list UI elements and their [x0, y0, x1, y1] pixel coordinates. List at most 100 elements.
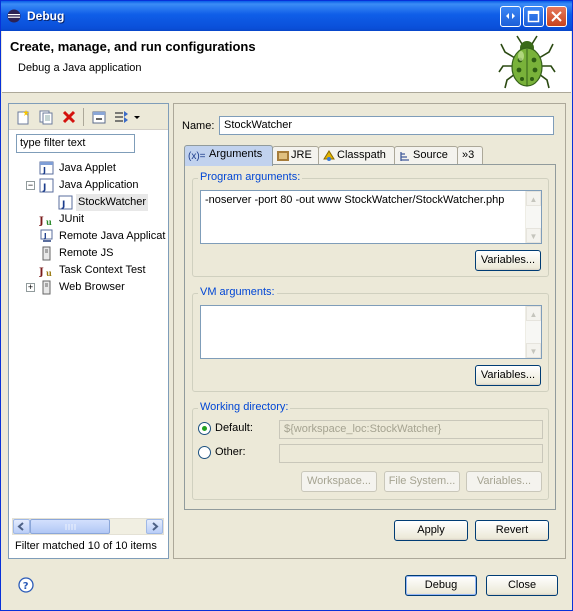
name-field[interactable]: StockWatcher: [219, 116, 554, 135]
apply-button[interactable]: Apply: [394, 520, 468, 541]
directory-variables-button[interactable]: Variables...: [466, 471, 542, 492]
other-directory-field: [279, 444, 543, 463]
web-browser-icon: [42, 280, 51, 295]
jre-icon: [277, 151, 289, 161]
svg-text:J: J: [39, 267, 44, 278]
duplicate-icon[interactable]: [38, 109, 54, 125]
vm-arguments-title: VM arguments:: [198, 286, 277, 298]
svg-text:u: u: [46, 268, 52, 278]
delete-icon[interactable]: [61, 109, 77, 125]
workspace-button[interactable]: Workspace...: [301, 471, 377, 492]
program-arguments-scrollbar[interactable]: ▲ ▼: [525, 191, 541, 243]
tab-arguments[interactable]: (x)= Arguments: [184, 145, 273, 166]
vm-arguments-group: VM arguments: ▲ ▼ Variables...: [192, 286, 549, 392]
tree-item-web-browser[interactable]: + Web Browser: [9, 279, 168, 296]
vm-arguments-scrollbar[interactable]: ▲ ▼: [525, 306, 541, 358]
scroll-down-icon[interactable]: ▼: [526, 343, 541, 358]
tab-classpath[interactable]: Classpath: [318, 146, 395, 165]
tree-item-java-application[interactable]: − J Java Application: [9, 177, 168, 194]
header-title: Create, manage, and run configurations: [10, 39, 256, 54]
tab-label: Classpath: [337, 149, 386, 161]
grip-icon: [65, 524, 76, 530]
tree-item-label: Remote JS: [59, 247, 114, 259]
tab-label: JRE: [291, 149, 312, 161]
horizontal-scrollbar[interactable]: [12, 518, 164, 535]
svg-text:J: J: [39, 216, 44, 227]
maximize-icon: [527, 10, 540, 23]
configuration-tree-pane: type filter text J Java Applet − J Java …: [8, 103, 169, 559]
scroll-thumb[interactable]: [30, 519, 110, 534]
svg-text:u: u: [46, 217, 52, 227]
restore-button[interactable]: [500, 6, 521, 27]
scroll-left-button[interactable]: [13, 519, 30, 534]
toolbar-separator: [83, 108, 84, 126]
tree-item-label: Java Applet: [59, 162, 116, 174]
default-radio[interactable]: [198, 422, 211, 435]
tree-item-task-context[interactable]: J u Task Context Test: [9, 262, 168, 279]
tab-label: Arguments: [209, 148, 263, 160]
left-toolbar: [9, 104, 168, 130]
revert-button[interactable]: Revert: [475, 520, 549, 541]
svg-text:J: J: [42, 183, 46, 193]
other-radio[interactable]: [198, 446, 211, 459]
help-icon[interactable]: ?: [18, 577, 34, 593]
scroll-down-icon[interactable]: ▼: [526, 228, 541, 243]
scroll-up-icon[interactable]: ▲: [526, 306, 541, 321]
tab-overflow[interactable]: »3: [457, 146, 483, 165]
chevron-left-icon: [17, 522, 24, 531]
program-variables-button[interactable]: Variables...: [475, 250, 541, 271]
scroll-right-button[interactable]: [146, 519, 163, 534]
tree-item-label: Task Context Test: [59, 264, 146, 276]
svg-text:J: J: [42, 166, 46, 175]
name-label: Name:: [182, 120, 215, 132]
collapse-all-icon[interactable]: [91, 109, 107, 125]
junit-icon: J u: [39, 216, 52, 227]
tree-item-label: JUnit: [59, 213, 85, 225]
maximize-button[interactable]: [523, 6, 544, 27]
dialog-header: Create, manage, and run configurations D…: [2, 31, 571, 93]
tree-item-junit[interactable]: J u JUnit: [9, 211, 168, 228]
vm-arguments-field[interactable]: ▲ ▼: [200, 305, 542, 359]
scroll-up-icon[interactable]: ▲: [526, 191, 541, 206]
configuration-editor: Name: StockWatcher (x)= Arguments JRE Cl…: [173, 103, 566, 559]
task-context-icon: J u: [39, 267, 52, 278]
tree-item-remote-js[interactable]: Remote JS: [9, 245, 168, 262]
close-icon: [551, 11, 562, 22]
expand-toggle[interactable]: +: [26, 283, 35, 292]
program-arguments-title: Program arguments:: [198, 171, 303, 183]
program-arguments-field[interactable]: -noserver -port 80 -out www StockWatcher…: [200, 190, 542, 244]
vm-variables-button[interactable]: Variables...: [475, 365, 541, 386]
remote-java-icon: J: [40, 229, 53, 242]
tree-item-remote-java[interactable]: J Remote Java Applicat: [9, 228, 168, 245]
other-label: Other:: [215, 446, 246, 458]
tab-overflow-label: »3: [462, 149, 475, 161]
filter-icon[interactable]: [113, 109, 129, 125]
classpath-icon: [323, 150, 335, 161]
working-directory-title: Working directory:: [198, 401, 291, 413]
default-label: Default:: [215, 422, 253, 434]
tab-jre[interactable]: JRE: [272, 146, 319, 165]
tab-label: Source: [413, 149, 448, 161]
svg-text:J: J: [61, 200, 65, 210]
filter-status: Filter matched 10 of 10 items: [15, 540, 157, 552]
tab-bar: (x)= Arguments JRE Classpath Source »3: [184, 145, 556, 166]
chevron-down-icon[interactable]: [133, 109, 141, 125]
restore-icon: [506, 13, 515, 19]
new-configuration-icon[interactable]: [15, 109, 31, 125]
source-icon: [400, 152, 409, 161]
tab-source[interactable]: Source: [394, 146, 458, 165]
filter-input[interactable]: type filter text: [16, 134, 135, 153]
collapse-toggle[interactable]: −: [26, 181, 35, 190]
arguments-icon: (x)=: [188, 151, 206, 162]
tree-item-stockwatcher[interactable]: J StockWatcher: [9, 194, 168, 211]
tree-item-java-applet[interactable]: J Java Applet: [9, 160, 168, 177]
java-application-icon: J: [39, 178, 54, 193]
svg-text:J: J: [43, 232, 47, 240]
close-button[interactable]: Close: [486, 575, 558, 596]
close-window-button[interactable]: [546, 6, 567, 27]
program-arguments-value: -noserver -port 80 -out www StockWatcher…: [205, 194, 505, 206]
debug-dialog: Debug Create, manage, and run configurat…: [0, 0, 573, 611]
file-system-button[interactable]: File System...: [384, 471, 460, 492]
debug-button[interactable]: Debug: [405, 575, 477, 596]
title-bar[interactable]: Debug: [1, 1, 572, 31]
